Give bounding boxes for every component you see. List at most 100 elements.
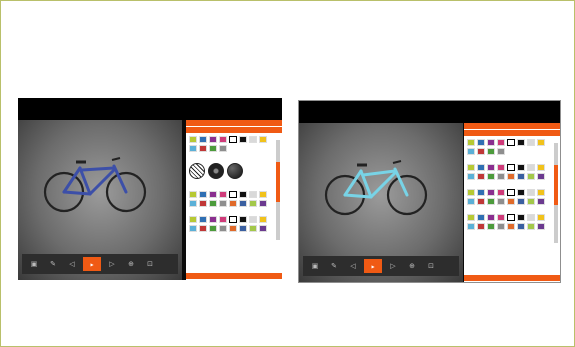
color-swatch[interactable]: [249, 136, 257, 143]
color-swatch[interactable]: [229, 200, 237, 207]
panel-scrollbar[interactable]: [276, 140, 280, 240]
pattern-stripes-option[interactable]: [189, 163, 205, 179]
color-swatch[interactable]: [497, 189, 505, 196]
color-swatch[interactable]: [199, 145, 207, 152]
color-swatch[interactable]: [189, 145, 197, 152]
pattern-dots-option[interactable]: [208, 163, 224, 179]
color-swatch[interactable]: [527, 198, 535, 205]
rotate-right-icon[interactable]: ▷: [385, 259, 401, 273]
color-swatch[interactable]: [507, 189, 515, 196]
color-swatch[interactable]: [517, 214, 525, 221]
color-swatch[interactable]: [239, 225, 247, 232]
color-swatch[interactable]: [497, 148, 505, 155]
color-swatch[interactable]: [219, 225, 227, 232]
fullscreen-icon[interactable]: ⊡: [423, 259, 439, 273]
color-swatch[interactable]: [497, 214, 505, 221]
color-swatch[interactable]: [527, 223, 535, 230]
color-swatch[interactable]: [537, 173, 545, 180]
color-swatch[interactable]: [259, 136, 267, 143]
color-swatch[interactable]: [477, 198, 485, 205]
color-swatch[interactable]: [189, 216, 197, 223]
color-swatch[interactable]: [259, 191, 267, 198]
color-swatch[interactable]: [467, 139, 475, 146]
color-swatch[interactable]: [467, 189, 475, 196]
color-swatch[interactable]: [199, 225, 207, 232]
color-swatch[interactable]: [537, 189, 545, 196]
color-swatch[interactable]: [487, 164, 495, 171]
color-swatch[interactable]: [527, 173, 535, 180]
paint-bucket-icon[interactable]: ▣: [307, 259, 323, 273]
color-swatch[interactable]: [219, 216, 227, 223]
color-swatch[interactable]: [477, 148, 485, 155]
color-swatch[interactable]: [189, 225, 197, 232]
panel-scrollbar[interactable]: [554, 143, 558, 243]
color-swatch[interactable]: [467, 223, 475, 230]
color-swatch[interactable]: [229, 225, 237, 232]
color-swatch[interactable]: [249, 225, 257, 232]
color-swatch[interactable]: [199, 191, 207, 198]
color-swatch[interactable]: [487, 189, 495, 196]
color-swatch[interactable]: [239, 136, 247, 143]
color-swatch[interactable]: [199, 216, 207, 223]
zoom-icon[interactable]: ⊕: [404, 259, 420, 273]
color-swatch[interactable]: [537, 198, 545, 205]
color-swatch[interactable]: [229, 216, 237, 223]
color-swatch[interactable]: [517, 173, 525, 180]
color-swatch[interactable]: [537, 223, 545, 230]
section-header-2[interactable]: [186, 127, 282, 134]
zoom-icon[interactable]: ⊕: [123, 257, 139, 271]
rotate-left-icon[interactable]: ◁: [345, 259, 361, 273]
color-swatch[interactable]: [249, 191, 257, 198]
color-swatch[interactable]: [259, 216, 267, 223]
color-swatch[interactable]: [467, 148, 475, 155]
color-swatch[interactable]: [537, 214, 545, 221]
color-swatch[interactable]: [467, 198, 475, 205]
color-swatch[interactable]: [527, 214, 535, 221]
pattern-dark-option[interactable]: [227, 163, 243, 179]
color-swatch[interactable]: [467, 173, 475, 180]
brush-icon[interactable]: ✎: [45, 257, 61, 271]
color-swatch[interactable]: [249, 216, 257, 223]
color-swatch[interactable]: [219, 191, 227, 198]
color-swatch[interactable]: [497, 139, 505, 146]
section-header-2[interactable]: [464, 130, 560, 137]
color-swatch[interactable]: [467, 214, 475, 221]
scroll-thumb[interactable]: [554, 165, 558, 205]
color-swatch[interactable]: [517, 189, 525, 196]
color-swatch[interactable]: [189, 191, 197, 198]
color-swatch[interactable]: [209, 216, 217, 223]
brand-logo-icon[interactable]: ▶: [83, 257, 101, 271]
color-swatch[interactable]: [259, 225, 267, 232]
color-swatch[interactable]: [487, 214, 495, 221]
color-swatch[interactable]: [537, 164, 545, 171]
color-swatch[interactable]: [487, 139, 495, 146]
paint-bucket-icon[interactable]: ▣: [26, 257, 42, 271]
color-swatch[interactable]: [507, 139, 515, 146]
color-swatch[interactable]: [477, 139, 485, 146]
rotate-right-icon[interactable]: ▷: [104, 257, 120, 271]
color-swatch[interactable]: [239, 191, 247, 198]
color-swatch[interactable]: [537, 139, 545, 146]
color-swatch[interactable]: [507, 173, 515, 180]
color-swatch[interactable]: [199, 136, 207, 143]
color-swatch[interactable]: [517, 139, 525, 146]
color-swatch[interactable]: [229, 191, 237, 198]
color-swatch[interactable]: [477, 223, 485, 230]
color-swatch[interactable]: [477, 164, 485, 171]
brand-logo-icon[interactable]: ▶: [364, 259, 382, 273]
scroll-thumb[interactable]: [276, 162, 280, 202]
fullscreen-icon[interactable]: ⊡: [142, 257, 158, 271]
section-header-1[interactable]: [464, 123, 560, 130]
color-swatch[interactable]: [219, 200, 227, 207]
color-swatch[interactable]: [199, 200, 207, 207]
color-swatch[interactable]: [517, 198, 525, 205]
color-swatch[interactable]: [487, 198, 495, 205]
color-swatch[interactable]: [507, 198, 515, 205]
color-swatch[interactable]: [219, 136, 227, 143]
color-swatch[interactable]: [477, 214, 485, 221]
color-swatch[interactable]: [229, 136, 237, 143]
color-swatch[interactable]: [189, 200, 197, 207]
color-swatch[interactable]: [209, 136, 217, 143]
color-swatch[interactable]: [239, 216, 247, 223]
color-swatch[interactable]: [517, 164, 525, 171]
